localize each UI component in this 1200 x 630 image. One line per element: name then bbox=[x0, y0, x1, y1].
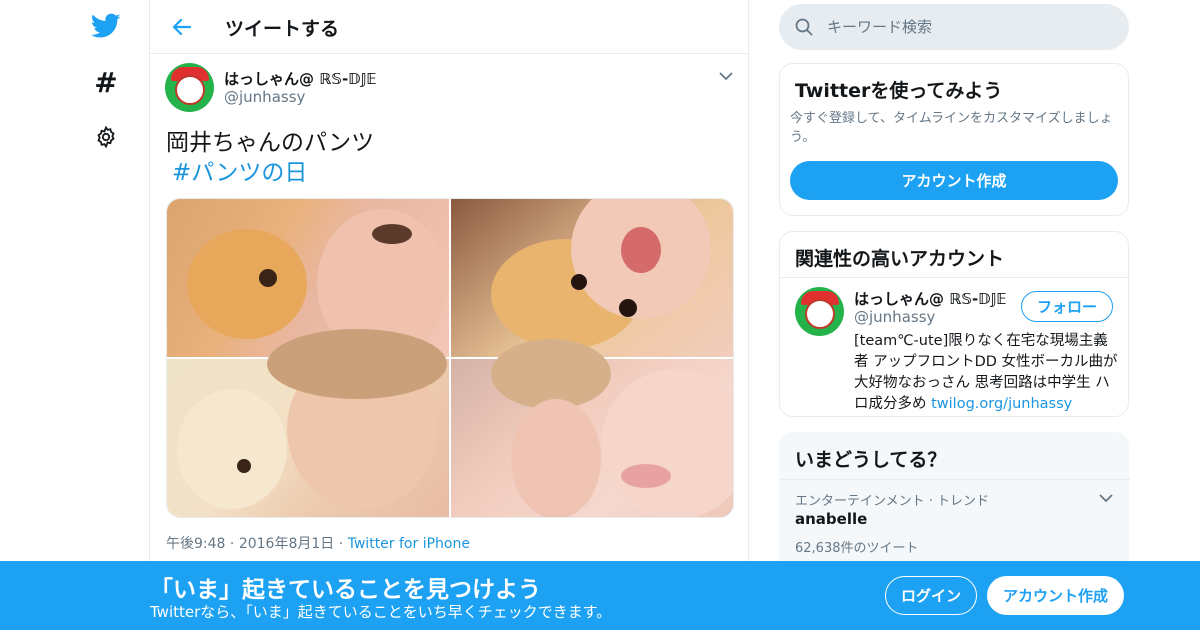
page-header: ツイートする bbox=[150, 0, 748, 54]
bottom-banner: 「いま」起きていることを見つけよう Twitterなら、「いま」起きていることを… bbox=[0, 561, 1200, 630]
divider bbox=[780, 479, 1130, 480]
related-account-name[interactable]: はっしゃん@ ℝ𝕊-𝔻𝕁𝔼 bbox=[854, 288, 1007, 309]
banner-subtitle: Twitterなら、「いま」起きていることをいち早くチェックできます。 bbox=[150, 603, 612, 621]
tweet-media-grid bbox=[166, 198, 734, 518]
trend-category: エンターテインメント · トレンド bbox=[795, 494, 990, 509]
divider bbox=[780, 277, 1128, 278]
tweet-date[interactable]: 2016年8月1日 bbox=[239, 536, 334, 552]
search-input[interactable] bbox=[827, 16, 1107, 38]
meta-separator: · bbox=[229, 536, 235, 552]
back-arrow-icon[interactable] bbox=[168, 13, 196, 41]
related-card-title: 関連性の高いアカウント bbox=[795, 248, 1005, 270]
chevron-down-icon[interactable] bbox=[1098, 490, 1114, 506]
tweet-source-link[interactable]: Twitter for iPhone bbox=[348, 536, 470, 552]
signup-card: Twitterを使ってみよう 今すぐ登録して、タイムラインをカスタマイズしましょ… bbox=[779, 63, 1129, 216]
tweet-photo-3[interactable] bbox=[167, 329, 449, 517]
page-title: ツイートする bbox=[225, 18, 340, 40]
gear-icon[interactable] bbox=[90, 121, 122, 153]
hashtag-glyph: # bbox=[94, 65, 118, 99]
page: # ツイートする はっしゃん@ ℝ𝕊-𝔻𝕁𝔼 @junhassy 岡井ちゃんのパ… bbox=[0, 0, 1200, 630]
tweet-photo-4[interactable] bbox=[451, 339, 733, 517]
tweet-metadata: 午後9:48 · 2016年8月1日 · Twitter for iPhone bbox=[166, 533, 470, 553]
avatar[interactable] bbox=[165, 63, 214, 112]
meta-separator: · bbox=[338, 536, 344, 552]
signup-card-description: 今すぐ登録して、タイムラインをカスタマイズしましょう。 bbox=[790, 111, 1113, 145]
related-account-handle[interactable]: @junhassy bbox=[854, 308, 935, 326]
follow-button[interactable]: フォロー bbox=[1021, 291, 1113, 322]
banner-create-account-button[interactable]: アカウント作成 bbox=[987, 576, 1124, 615]
search-box[interactable] bbox=[779, 4, 1129, 50]
trends-card-title: いまどうしてる？ bbox=[795, 449, 947, 471]
signup-card-title: Twitterを使ってみよう bbox=[795, 80, 1003, 102]
trends-card: いまどうしてる？ エンターテインメント · トレンド anabelle 62,6… bbox=[779, 432, 1130, 572]
trend-item-link[interactable]: anabelle bbox=[795, 510, 867, 528]
avatar[interactable] bbox=[795, 287, 844, 336]
search-icon bbox=[795, 18, 813, 36]
banner-title: 「いま」起きていることを見つけよう bbox=[150, 577, 541, 603]
login-button[interactable]: ログイン bbox=[885, 576, 977, 615]
create-account-button[interactable]: アカウント作成 bbox=[790, 161, 1118, 200]
tweet-time[interactable]: 午後9:48 bbox=[166, 536, 225, 552]
hashtag-icon[interactable]: # bbox=[90, 65, 122, 99]
bio-link[interactable]: twilog.org/junhassy bbox=[931, 396, 1072, 412]
chevron-down-icon[interactable] bbox=[718, 68, 734, 84]
tweet-author-handle[interactable]: @junhassy bbox=[224, 88, 305, 106]
tweet-hashtag-link[interactable]: #パンツの日 bbox=[166, 158, 374, 188]
left-nav: # bbox=[60, 0, 150, 630]
related-account-bio: [team℃-ute]限りなく在宅な現場主義者 アップフロントDD 女性ボーカル… bbox=[854, 331, 1119, 415]
tweet-body: 岡井ちゃんのパンツ bbox=[166, 130, 375, 156]
twitter-bird-icon[interactable] bbox=[90, 10, 122, 42]
tweet-author-name[interactable]: はっしゃん@ ℝ𝕊-𝔻𝕁𝔼 bbox=[224, 68, 377, 89]
tweet-photo-1[interactable] bbox=[167, 199, 449, 359]
main-column: ツイートする はっしゃん@ ℝ𝕊-𝔻𝕁𝔼 @junhassy 岡井ちゃんのパンツ… bbox=[149, 0, 749, 630]
related-accounts-card: 関連性の高いアカウント はっしゃん@ ℝ𝕊-𝔻𝕁𝔼 @junhassy フォロー… bbox=[779, 231, 1129, 417]
tweet-photo-2[interactable] bbox=[451, 199, 733, 357]
trend-tweet-count: 62,638件のツイート bbox=[795, 541, 919, 556]
tweet-text: 岡井ちゃんのパンツ #パンツの日 bbox=[166, 128, 374, 188]
